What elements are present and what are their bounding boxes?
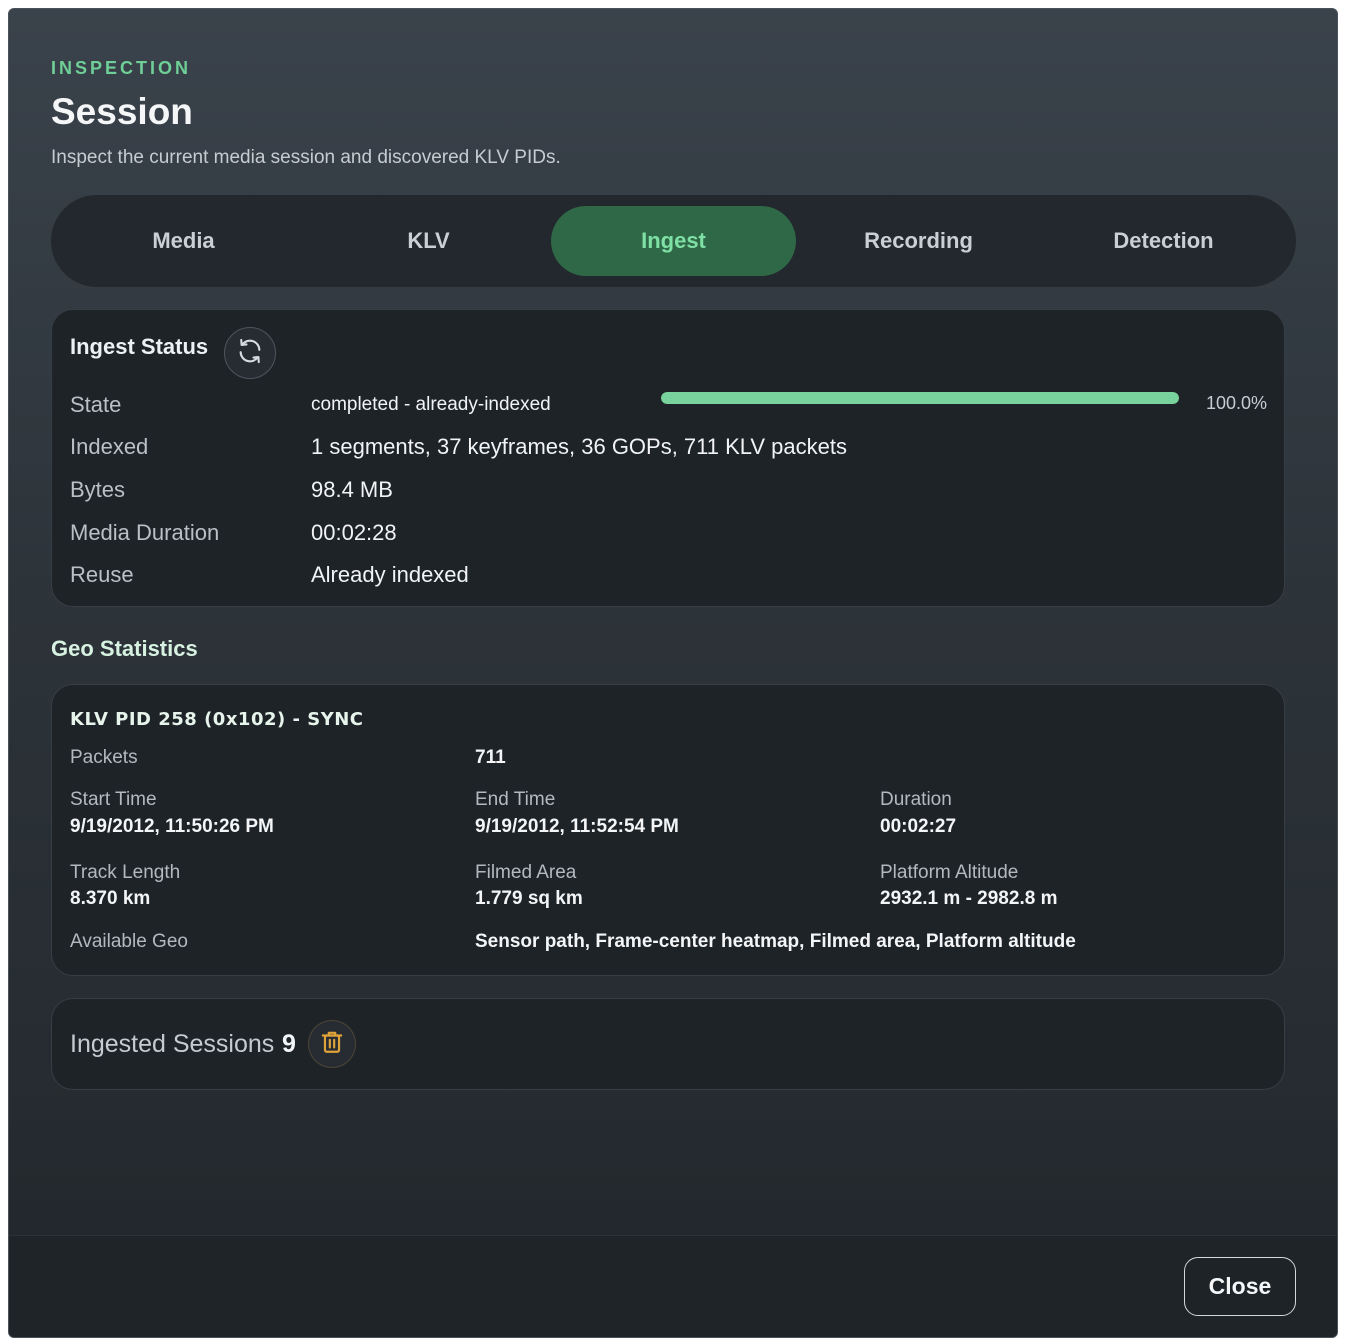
ingest-status-title: Ingest Status <box>70 334 209 359</box>
delete-sessions-button[interactable] <box>308 1020 356 1068</box>
state-label: State <box>70 392 122 417</box>
tab-ingest[interactable]: Ingest <box>551 206 796 276</box>
session-dialog: INSPECTION Session Inspect the current m… <box>8 8 1338 1338</box>
packets-value: 711 <box>475 747 506 768</box>
media-duration-label: Media Duration <box>70 520 220 545</box>
reuse-value: Already indexed <box>311 562 469 587</box>
track-length-label: Track Length <box>70 862 181 883</box>
geo-statistics-title: Geo Statistics <box>51 636 198 661</box>
ingest-progress-text: 100.0% <box>1206 393 1268 413</box>
tab-klv[interactable]: KLV <box>306 206 551 276</box>
ingested-sessions-label: Ingested Sessions <box>70 1030 275 1058</box>
platform-altitude-label: Platform Altitude <box>880 862 1019 883</box>
tab-recording[interactable]: Recording <box>796 206 1041 276</box>
ingest-status-card: Ingest Status State completed - already-… <box>51 309 1285 607</box>
end-time-label: End Time <box>475 789 556 810</box>
bytes-label: Bytes <box>70 477 126 502</box>
ingest-progress-fill <box>661 392 1179 404</box>
klv-pid-title: KLV PID 258 (0x102) - SYNC <box>70 709 364 730</box>
available-geo-value: Sensor path, Frame-center heatmap, Filme… <box>475 931 1076 952</box>
refresh-button[interactable] <box>224 327 276 379</box>
state-value: completed - already-indexed <box>311 394 551 415</box>
dialog-footer <box>9 1235 1337 1337</box>
tab-media[interactable]: Media <box>61 206 306 276</box>
dialog-subtitle: Inspect the current media session and di… <box>51 147 561 168</box>
indexed-value: 1 segments, 37 keyframes, 36 GOPs, 711 K… <box>311 434 848 459</box>
dialog-title: Session <box>51 91 193 132</box>
ingested-sessions-card: Ingested Sessions 9 <box>51 998 1285 1090</box>
end-time-value: 9/19/2012, 11:52:54 PM <box>475 816 679 837</box>
filmed-area-value: 1.779 sq km <box>475 888 583 909</box>
close-button[interactable]: Close <box>1184 1257 1296 1316</box>
tab-bar: Media KLV Ingest Recording Detection <box>51 195 1296 287</box>
media-duration-value: 00:02:28 <box>311 520 397 545</box>
reuse-label: Reuse <box>70 562 134 587</box>
trash-icon <box>319 1029 345 1060</box>
duration-label: Duration <box>880 789 952 810</box>
bytes-value: 98.4 MB <box>311 477 393 502</box>
indexed-label: Indexed <box>70 434 149 459</box>
track-length-value: 8.370 km <box>70 888 151 909</box>
ingest-progress-bar <box>661 392 1179 404</box>
ingested-sessions-count: 9 <box>282 1030 296 1058</box>
platform-altitude-value: 2932.1 m - 2982.8 m <box>880 888 1058 909</box>
start-time-value: 9/19/2012, 11:50:26 PM <box>70 816 274 837</box>
filmed-area-label: Filmed Area <box>475 862 577 883</box>
tab-detection[interactable]: Detection <box>1041 206 1286 276</box>
packets-label: Packets <box>70 747 138 768</box>
dialog-eyebrow: INSPECTION <box>51 58 192 78</box>
refresh-icon <box>236 337 264 370</box>
duration-value: 00:02:27 <box>880 816 957 837</box>
geo-statistics-card: KLV PID 258 (0x102) - SYNC Packets 711 S… <box>51 684 1285 976</box>
start-time-label: Start Time <box>70 789 157 810</box>
available-geo-label: Available Geo <box>70 931 188 952</box>
